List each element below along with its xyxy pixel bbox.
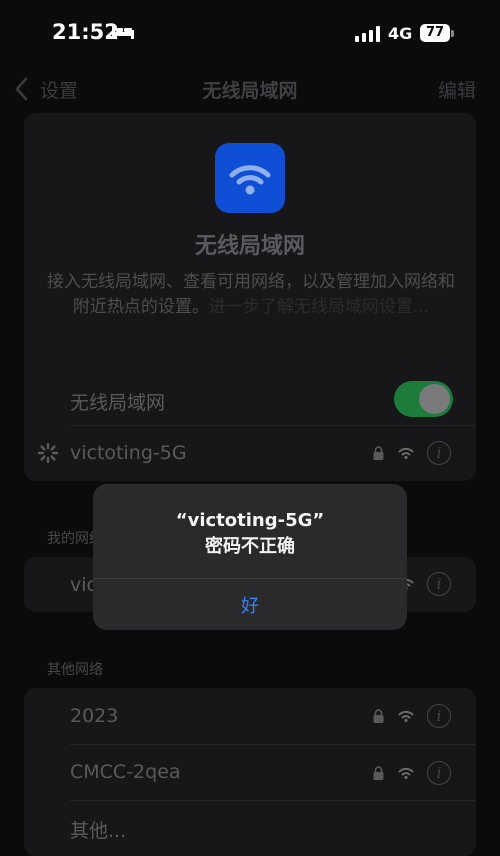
- edit-button[interactable]: 编辑: [438, 76, 476, 103]
- wifi-toggle-knob: [419, 384, 450, 414]
- divider: [70, 425, 476, 426]
- divider: [70, 744, 476, 745]
- lock-icon: [373, 446, 384, 460]
- alert-divider: [93, 578, 407, 579]
- battery-indicator: 77: [420, 24, 450, 42]
- other-network-button[interactable]: 其他...: [70, 816, 126, 843]
- wifi-signal-icon: [398, 447, 414, 459]
- network-row-name[interactable]: CMCC-2qea: [70, 761, 181, 783]
- alert-title-network: “victoting-5G”: [175, 510, 325, 531]
- lock-icon: [373, 709, 384, 723]
- alert-ok-button[interactable]: 好: [93, 592, 407, 618]
- wifi-toggle-label: 无线局域网: [70, 392, 166, 414]
- network-row-name[interactable]: 2023: [70, 705, 118, 727]
- wifi-app-icon: [215, 143, 285, 213]
- battery-tip: [451, 30, 454, 37]
- wifi-icon: [229, 165, 271, 195]
- loading-spinner-icon: [37, 442, 59, 464]
- info-icon[interactable]: i: [427, 761, 451, 785]
- bed-icon: [112, 25, 134, 39]
- alert-title-message: 密码不正确: [205, 536, 295, 557]
- info-icon[interactable]: i: [427, 441, 451, 465]
- cellular-signal-icon: [355, 26, 380, 42]
- page-title: 无线局域网: [202, 80, 298, 102]
- divider: [70, 800, 476, 801]
- info-icon[interactable]: i: [427, 572, 451, 596]
- alert-title: “victoting-5G” 密码不正确: [93, 508, 407, 560]
- info-icon[interactable]: i: [427, 704, 451, 728]
- lock-icon: [373, 766, 384, 780]
- hero-description: 接入无线局域网、查看可用网络，以及管理加入网络和附近热点的设置。进一步了解无线局…: [46, 270, 456, 320]
- status-time: 21:52: [52, 20, 119, 44]
- network-type: 4G: [388, 24, 413, 43]
- wifi-signal-icon: [398, 710, 414, 722]
- current-network-name[interactable]: victoting-5G: [70, 442, 187, 464]
- hero-title: 无线局域网: [194, 234, 305, 259]
- wifi-signal-icon: [398, 767, 414, 779]
- other-networks-header: 其他网络: [47, 662, 103, 678]
- learn-more-link[interactable]: 进一步了解无线局域网设置...: [209, 297, 429, 317]
